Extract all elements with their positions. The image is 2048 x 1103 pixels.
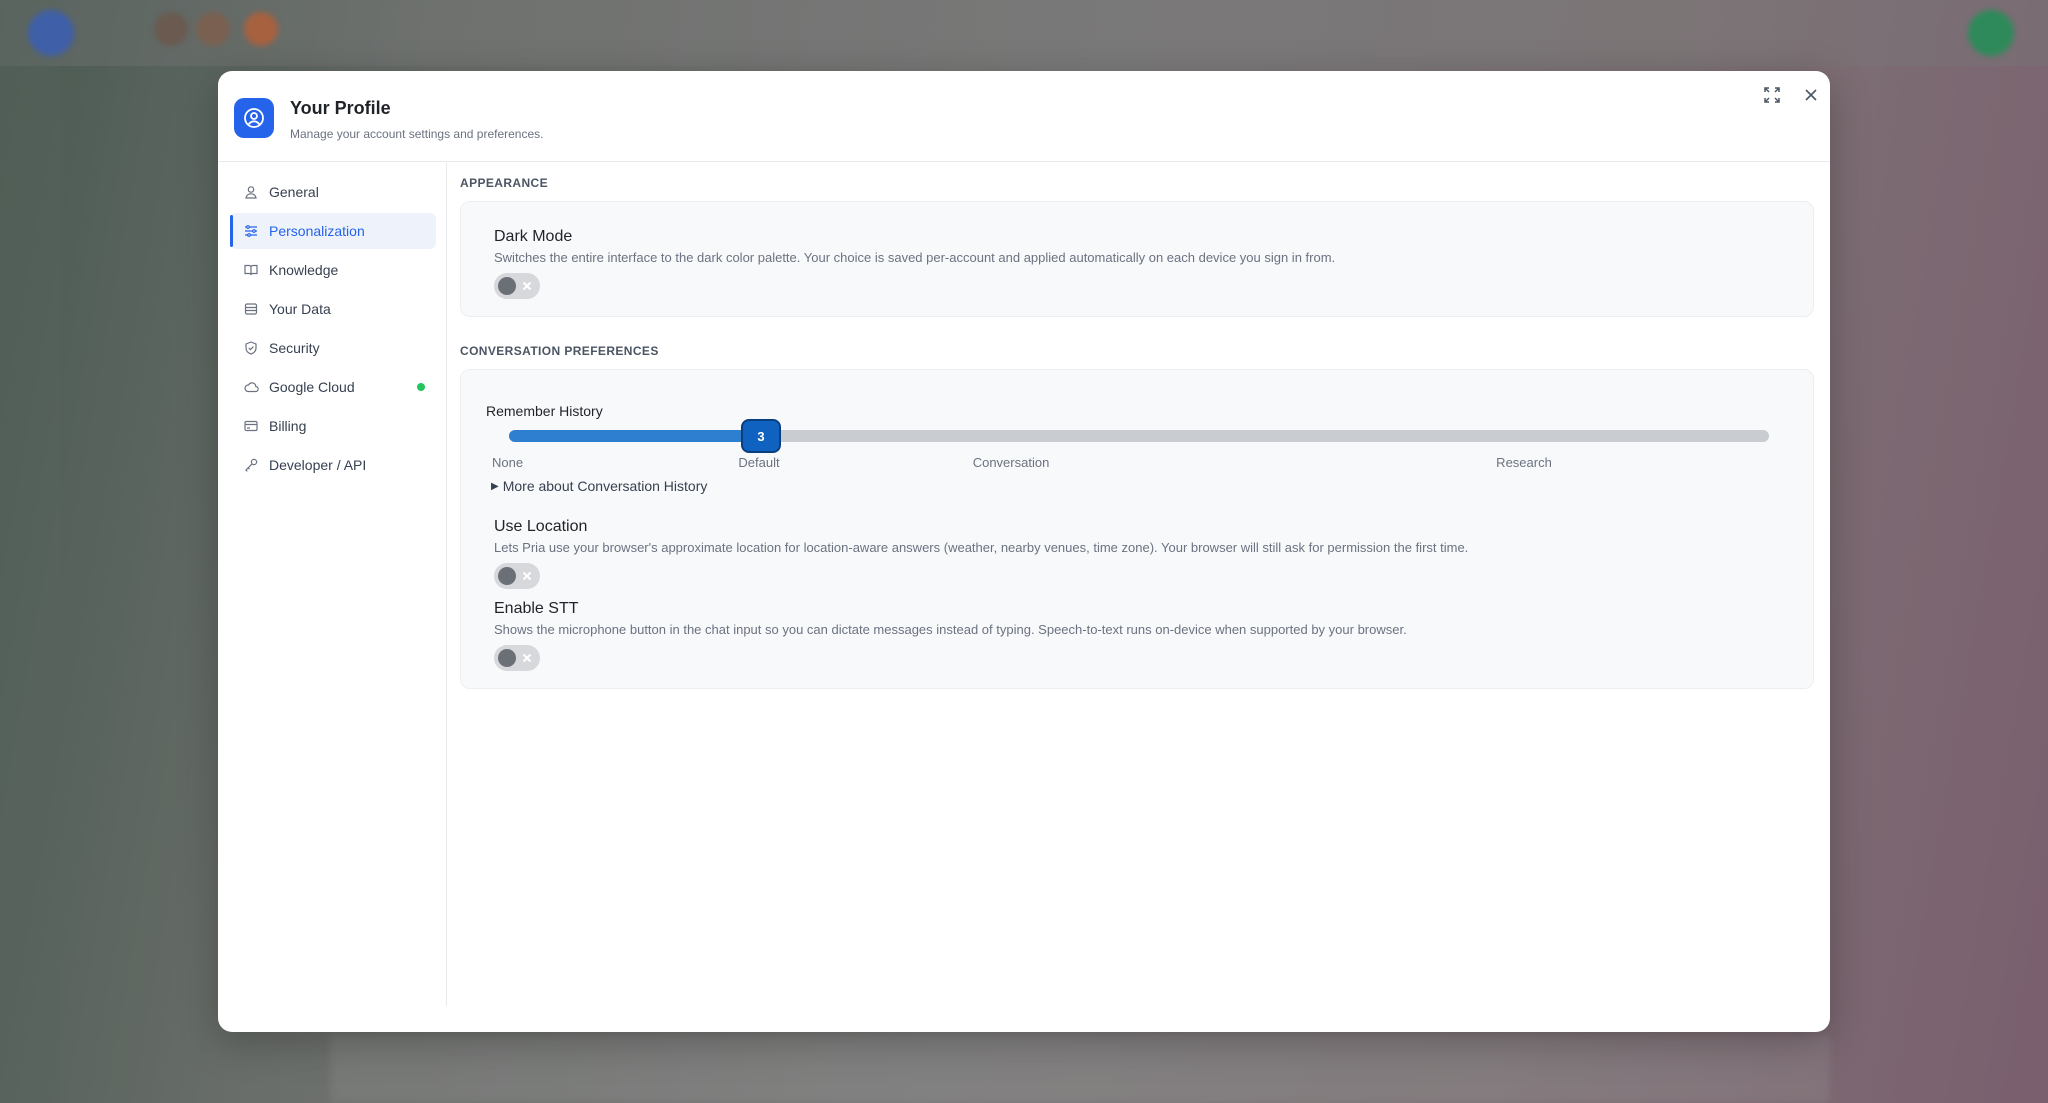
more-about-history-link[interactable]: ▶ More about Conversation History	[491, 478, 707, 494]
modal-header: Your Profile Manage your account setting…	[218, 71, 1830, 162]
use-location-description: Lets Pria use your browser's approximate…	[494, 540, 1469, 555]
settings-content: APPEARANCE Dark Mode Switches the entire…	[448, 163, 1830, 1006]
sidebar-item-label: Billing	[269, 418, 307, 434]
close-icon	[1805, 89, 1817, 101]
sidebar-item-security[interactable]: Security	[230, 330, 436, 366]
expand-icon	[1764, 87, 1780, 103]
sidebar-item-knowledge[interactable]: Knowledge	[230, 252, 436, 288]
appearance-card: Dark Mode Switches the entire interface …	[460, 201, 1814, 317]
use-location-toggle[interactable]	[494, 563, 540, 589]
profile-modal: Your Profile Manage your account setting…	[218, 71, 1830, 1032]
enable-stt-description: Shows the microphone button in the chat …	[494, 622, 1407, 637]
profile-icon	[234, 98, 274, 138]
tick-label-default: Default	[738, 455, 780, 470]
sidebar-item-label: Developer / API	[269, 457, 367, 473]
tick-label-conversation: Conversation	[972, 455, 1050, 470]
settings-sidebar: General Personalization Knowledge Your D…	[218, 163, 447, 1006]
toggle-knob	[498, 567, 516, 585]
expand-button[interactable]	[1758, 81, 1786, 109]
sidebar-item-billing[interactable]: Billing	[230, 408, 436, 444]
sliders-icon	[242, 222, 260, 240]
modal-title: Your Profile	[290, 98, 391, 118]
book-icon	[242, 261, 260, 279]
sidebar-item-google-cloud[interactable]: Google Cloud	[230, 369, 436, 405]
sidebar-item-label: Google Cloud	[269, 379, 355, 395]
tick-label-research: Research	[1496, 455, 1552, 470]
dark-mode-description: Switches the entire interface to the dar…	[494, 250, 1336, 265]
sidebar-item-general[interactable]: General	[230, 174, 436, 210]
sidebar-item-your-data[interactable]: Your Data	[230, 291, 436, 327]
sidebar-item-label: Knowledge	[269, 262, 339, 278]
close-button[interactable]	[1797, 81, 1825, 109]
sidebar-item-label: Security	[269, 340, 320, 356]
off-x-icon	[520, 567, 534, 585]
background-sidebar	[0, 66, 60, 1103]
user-icon	[242, 183, 260, 201]
dark-mode-title: Dark Mode	[494, 228, 573, 245]
background-input-bar	[330, 1035, 1830, 1103]
key-icon	[242, 456, 260, 474]
remember-history-title: Remember History	[486, 403, 603, 419]
connected-status-dot	[417, 383, 425, 391]
disclosure-triangle-icon: ▶	[491, 480, 499, 492]
shield-icon	[242, 339, 260, 357]
sidebar-item-label: Personalization	[269, 223, 365, 239]
background-icon	[244, 12, 278, 46]
background-avatar	[1968, 10, 2014, 56]
modal-subtitle: Manage your account settings and prefere…	[290, 127, 544, 141]
dark-mode-toggle[interactable]	[494, 273, 540, 299]
appearance-section-label: APPEARANCE	[460, 176, 549, 190]
off-x-icon	[520, 277, 534, 295]
sidebar-item-label: General	[269, 184, 319, 200]
sidebar-item-developer-api[interactable]: Developer / API	[230, 447, 436, 483]
conversation-card: Remember History 3 None Default Conversa…	[460, 369, 1814, 689]
conversation-section-label: CONVERSATION PREFERENCES	[460, 344, 659, 358]
remember-history-slider[interactable]: 3	[509, 419, 1769, 453]
background-avatar	[28, 10, 74, 56]
tick-label-none: None	[492, 455, 524, 470]
background-app-header	[0, 0, 2048, 66]
background-icon	[196, 12, 230, 46]
toggle-knob	[498, 649, 516, 667]
use-location-title: Use Location	[494, 518, 588, 535]
slider-fill	[509, 430, 761, 442]
off-x-icon	[520, 649, 534, 667]
sidebar-item-label: Your Data	[269, 301, 331, 317]
credit-card-icon	[242, 417, 260, 435]
database-icon	[242, 300, 260, 318]
more-about-history-label: More about Conversation History	[502, 478, 708, 494]
background-icon	[154, 12, 188, 46]
slider-thumb[interactable]: 3	[741, 419, 781, 453]
enable-stt-toggle[interactable]	[494, 645, 540, 671]
sidebar-item-personalization[interactable]: Personalization	[230, 213, 436, 249]
toggle-knob	[498, 277, 516, 295]
cloud-icon	[242, 378, 260, 396]
enable-stt-title: Enable STT	[494, 600, 579, 617]
